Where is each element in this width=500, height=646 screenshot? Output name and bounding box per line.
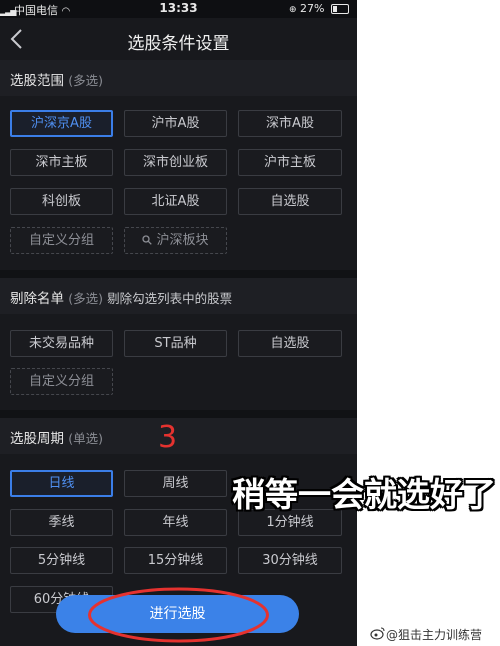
chip-scope-hushenjing-a[interactable]: 沪深京A股 (10, 110, 113, 137)
watermark: @狙击主力训练营 (386, 628, 483, 642)
exclude-title: 剔除名单 (10, 291, 64, 307)
chip-exclude-custom-group[interactable]: 自定义分组 (10, 368, 113, 395)
scope-section-header: 选股范围 (多选) (0, 60, 357, 96)
chip-period-5min[interactable]: 5分钟线 (10, 547, 113, 574)
chip-scope-shanghai-main[interactable]: 沪市主板 (238, 149, 342, 176)
period-title: 选股周期 (10, 431, 64, 447)
chip-scope-star-market[interactable]: 科创板 (10, 188, 113, 215)
annotation-number: 3 (158, 420, 178, 455)
battery-percent: 27% (300, 2, 325, 15)
phone-screen: ▂▃▅中国电信 ◠ 13:33 ⊕ 27% 选股条件设置 选股范围 (多选) 沪… (0, 0, 357, 646)
weibo-icon (370, 627, 385, 640)
overlay-caption: 稍等一会就选好了 (232, 475, 496, 514)
status-bar: ▂▃▅中国电信 ◠ 13:33 ⊕ 27% (0, 0, 357, 18)
battery-icon (331, 4, 349, 14)
chip-scope-shanghai-a[interactable]: 沪市A股 (124, 110, 227, 137)
run-screen-button[interactable]: 进行选股 (56, 595, 299, 633)
chip-exclude-st[interactable]: ST品种 (124, 330, 227, 357)
search-icon (142, 235, 153, 245)
exclude-description: 剔除勾选列表中的股票 (107, 291, 233, 306)
section-divider (0, 410, 357, 418)
scope-title: 选股范围 (10, 73, 64, 89)
chip-period-15min[interactable]: 15分钟线 (124, 547, 227, 574)
chip-scope-watchlist[interactable]: 自选股 (238, 188, 342, 215)
chip-exclude-untraded[interactable]: 未交易品种 (10, 330, 113, 357)
chip-period-yearly[interactable]: 年线 (124, 509, 227, 536)
exclude-section-header: 剔除名单 (多选) 剔除勾选列表中的股票 (0, 278, 357, 314)
chip-scope-shenzhen-main[interactable]: 深市主板 (10, 149, 113, 176)
chip-period-30min[interactable]: 30分钟线 (238, 547, 342, 574)
chip-scope-sector-label: 沪深板块 (156, 233, 209, 248)
exclude-subtitle: (多选) (68, 291, 104, 306)
page-title: 选股条件设置 (127, 34, 230, 54)
battery-group: ⊕ 27% (289, 2, 349, 15)
section-divider (0, 270, 357, 278)
orientation-lock-icon: ⊕ (289, 5, 297, 15)
chip-scope-shenzhen-a[interactable]: 深市A股 (238, 110, 342, 137)
period-subtitle: (单选) (68, 431, 104, 446)
scope-subtitle: (多选) (68, 73, 104, 88)
chip-scope-sector-search[interactable]: 沪深板块 (124, 227, 227, 254)
chip-period-weekly[interactable]: 周线 (124, 470, 227, 497)
chip-period-daily[interactable]: 日线 (10, 470, 113, 497)
chip-exclude-watchlist[interactable]: 自选股 (238, 330, 342, 357)
chip-scope-custom-group[interactable]: 自定义分组 (10, 227, 113, 254)
chip-period-quarterly[interactable]: 季线 (10, 509, 113, 536)
chip-scope-beijing-a[interactable]: 北证A股 (124, 188, 227, 215)
nav-bar: 选股条件设置 (0, 18, 357, 63)
chip-scope-chinext[interactable]: 深市创业板 (124, 149, 227, 176)
period-section-header: 选股周期 (单选) (0, 418, 357, 454)
